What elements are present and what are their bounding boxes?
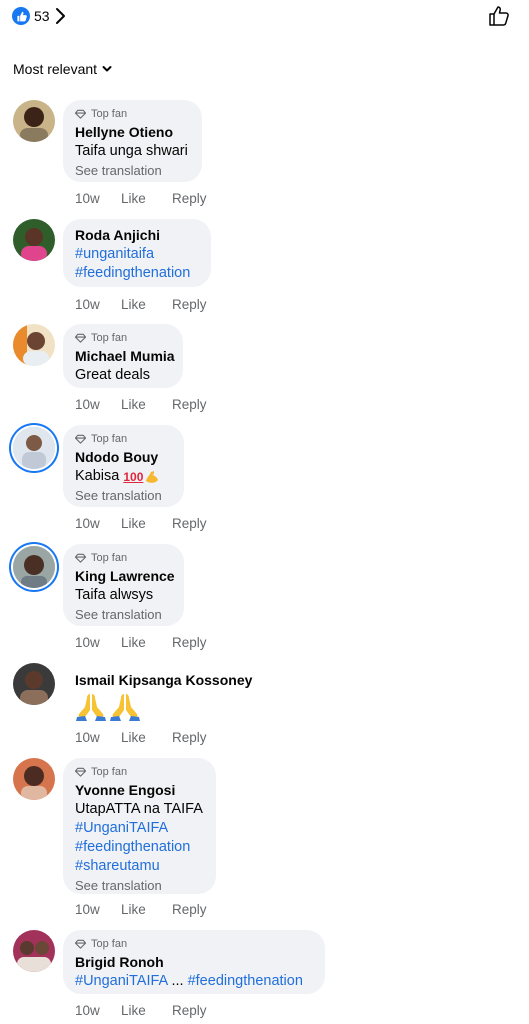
avatar[interactable]: [13, 546, 55, 588]
comment-text: Taifa alwsys: [75, 587, 154, 603]
reply-button[interactable]: Reply: [172, 634, 207, 651]
hashtag-link[interactable]: #shareutamu: [75, 857, 204, 876]
comment-author[interactable]: Brigid Ronoh: [75, 953, 313, 972]
comment-text: Taifa unga shwari: [75, 143, 188, 159]
reply-button[interactable]: Reply: [172, 190, 207, 207]
comment-author[interactable]: Michael Mumia: [75, 347, 175, 366]
comment-bubble: Top fan Brigid Ronoh #UnganiTAIFA ... #f…: [63, 930, 325, 994]
like-button[interactable]: Like: [121, 729, 172, 746]
comment-time: 10w: [75, 730, 100, 745]
diamond-icon: [75, 333, 86, 343]
hashtag-link[interactable]: #feedingthenation: [188, 973, 303, 989]
comment-text: UtapATTA na TAIFA: [75, 801, 203, 817]
like-reaction-icon[interactable]: [12, 7, 30, 25]
see-translation-link[interactable]: See translation: [75, 486, 172, 505]
thumbs-up-outline-icon[interactable]: [487, 4, 511, 28]
reply-button[interactable]: Reply: [172, 396, 207, 413]
avatar[interactable]: [13, 219, 55, 261]
comment-actions: 10w Like Reply: [75, 729, 207, 746]
reply-button[interactable]: Reply: [172, 901, 207, 918]
see-translation-link[interactable]: See translation: [75, 605, 172, 624]
diamond-icon: [75, 553, 86, 563]
hashtag-link[interactable]: #feedingthenation: [75, 264, 199, 283]
hashtag-link[interactable]: #unganitaifa: [75, 245, 199, 264]
comment-actions: 10w Like Reply: [75, 901, 207, 918]
comment-author[interactable]: Roda Anjichi: [75, 226, 199, 245]
comment-author[interactable]: Ndodo Bouy: [75, 448, 172, 467]
comment-emoji: [75, 692, 251, 722]
like-button[interactable]: Like: [121, 515, 172, 532]
comment-actions: 10w Like Reply: [75, 296, 207, 313]
reaction-count[interactable]: 53: [34, 7, 50, 25]
comment-time: 10w: [75, 902, 100, 917]
sort-label: Most relevant: [13, 61, 98, 77]
comment-bubble: Ismail Kipsanga Kossoney: [63, 663, 263, 725]
like-button[interactable]: Like: [121, 296, 172, 313]
comment-ellipsis: ...: [171, 973, 184, 989]
reactions-bar: 53: [0, 0, 529, 34]
folded-hands-icon: [110, 694, 140, 721]
like-button[interactable]: Like: [121, 1002, 172, 1019]
like-button[interactable]: Like: [121, 190, 172, 207]
comment-bubble: Top fan Ndodo Bouy Kabisa 100 See transl…: [63, 425, 184, 507]
comment-time: 10w: [75, 516, 100, 531]
comment-author[interactable]: Hellyne Otieno: [75, 123, 190, 142]
diamond-icon: [75, 767, 86, 777]
comment-actions: 10w Like Reply: [75, 515, 207, 532]
avatar[interactable]: [13, 324, 55, 366]
comment-time: 10w: [75, 191, 100, 206]
diamond-icon: [75, 109, 86, 119]
top-fan-badge: Top fan: [75, 331, 171, 345]
hashtag-link[interactable]: #feedingthenation: [75, 838, 204, 857]
reply-button[interactable]: Reply: [172, 729, 207, 746]
comment-bubble: Top fan King Lawrence Taifa alwsys See t…: [63, 544, 184, 626]
comment-time: 10w: [75, 635, 100, 650]
hashtag-link[interactable]: #UnganiTAIFA: [75, 819, 204, 838]
comment-author[interactable]: King Lawrence: [75, 567, 175, 586]
avatar[interactable]: [13, 427, 55, 469]
flexed-biceps-icon: [146, 470, 159, 483]
hashtag-link[interactable]: #UnganiTAIFA: [75, 973, 167, 989]
avatar[interactable]: [13, 930, 55, 972]
sort-dropdown[interactable]: Most relevant: [13, 60, 112, 78]
comment-bubble: Top fan Michael Mumia Great deals: [63, 324, 183, 388]
like-button[interactable]: Like: [121, 634, 172, 651]
chevron-right-icon[interactable]: [54, 6, 66, 26]
chevron-down-icon: [102, 66, 112, 72]
comment-actions: 10w Like Reply: [75, 396, 207, 413]
like-button[interactable]: Like: [121, 901, 172, 918]
comment-bubble: Top fan Hellyne Otieno Taifa unga shwari…: [63, 100, 202, 182]
comment-actions: 10w Like Reply: [75, 634, 207, 651]
comment-bubble: Roda Anjichi #unganitaifa #feedingthenat…: [63, 219, 211, 287]
comment-actions: 10w Like Reply: [75, 190, 207, 207]
avatar[interactable]: [13, 663, 55, 705]
diamond-icon: [75, 939, 86, 949]
comment-text: Great deals: [75, 367, 150, 383]
top-fan-badge: Top fan: [75, 432, 172, 446]
top-fan-badge: Top fan: [75, 937, 313, 951]
see-translation-link[interactable]: See translation: [75, 161, 190, 180]
diamond-icon: [75, 434, 86, 444]
comment-text: Kabisa 100: [75, 467, 172, 486]
comment-bubble: Top fan Yvonne Engosi UtapATTA na TAIFA …: [63, 758, 216, 894]
top-fan-badge: Top fan: [75, 551, 172, 565]
comment-author[interactable]: Yvonne Engosi: [75, 781, 204, 800]
comment-actions: 10w Like Reply: [75, 1002, 207, 1019]
avatar[interactable]: [13, 100, 55, 142]
avatar[interactable]: [13, 758, 55, 800]
reply-button[interactable]: Reply: [172, 1002, 207, 1019]
top-fan-badge: Top fan: [75, 765, 204, 779]
see-translation-link[interactable]: See translation: [75, 876, 204, 895]
like-button[interactable]: Like: [121, 396, 172, 413]
hundred-emoji-icon: 100: [123, 469, 144, 484]
top-fan-badge: Top fan: [75, 107, 190, 121]
comment-time: 10w: [75, 397, 100, 412]
comment-text: #UnganiTAIFA ... #feedingthenation: [75, 972, 313, 991]
comment-time: 10w: [75, 1003, 100, 1018]
reply-button[interactable]: Reply: [172, 296, 207, 313]
comment-author[interactable]: Ismail Kipsanga Kossoney: [75, 671, 252, 690]
reply-button[interactable]: Reply: [172, 515, 207, 532]
folded-hands-icon: [76, 694, 106, 721]
comment-time: 10w: [75, 297, 100, 312]
